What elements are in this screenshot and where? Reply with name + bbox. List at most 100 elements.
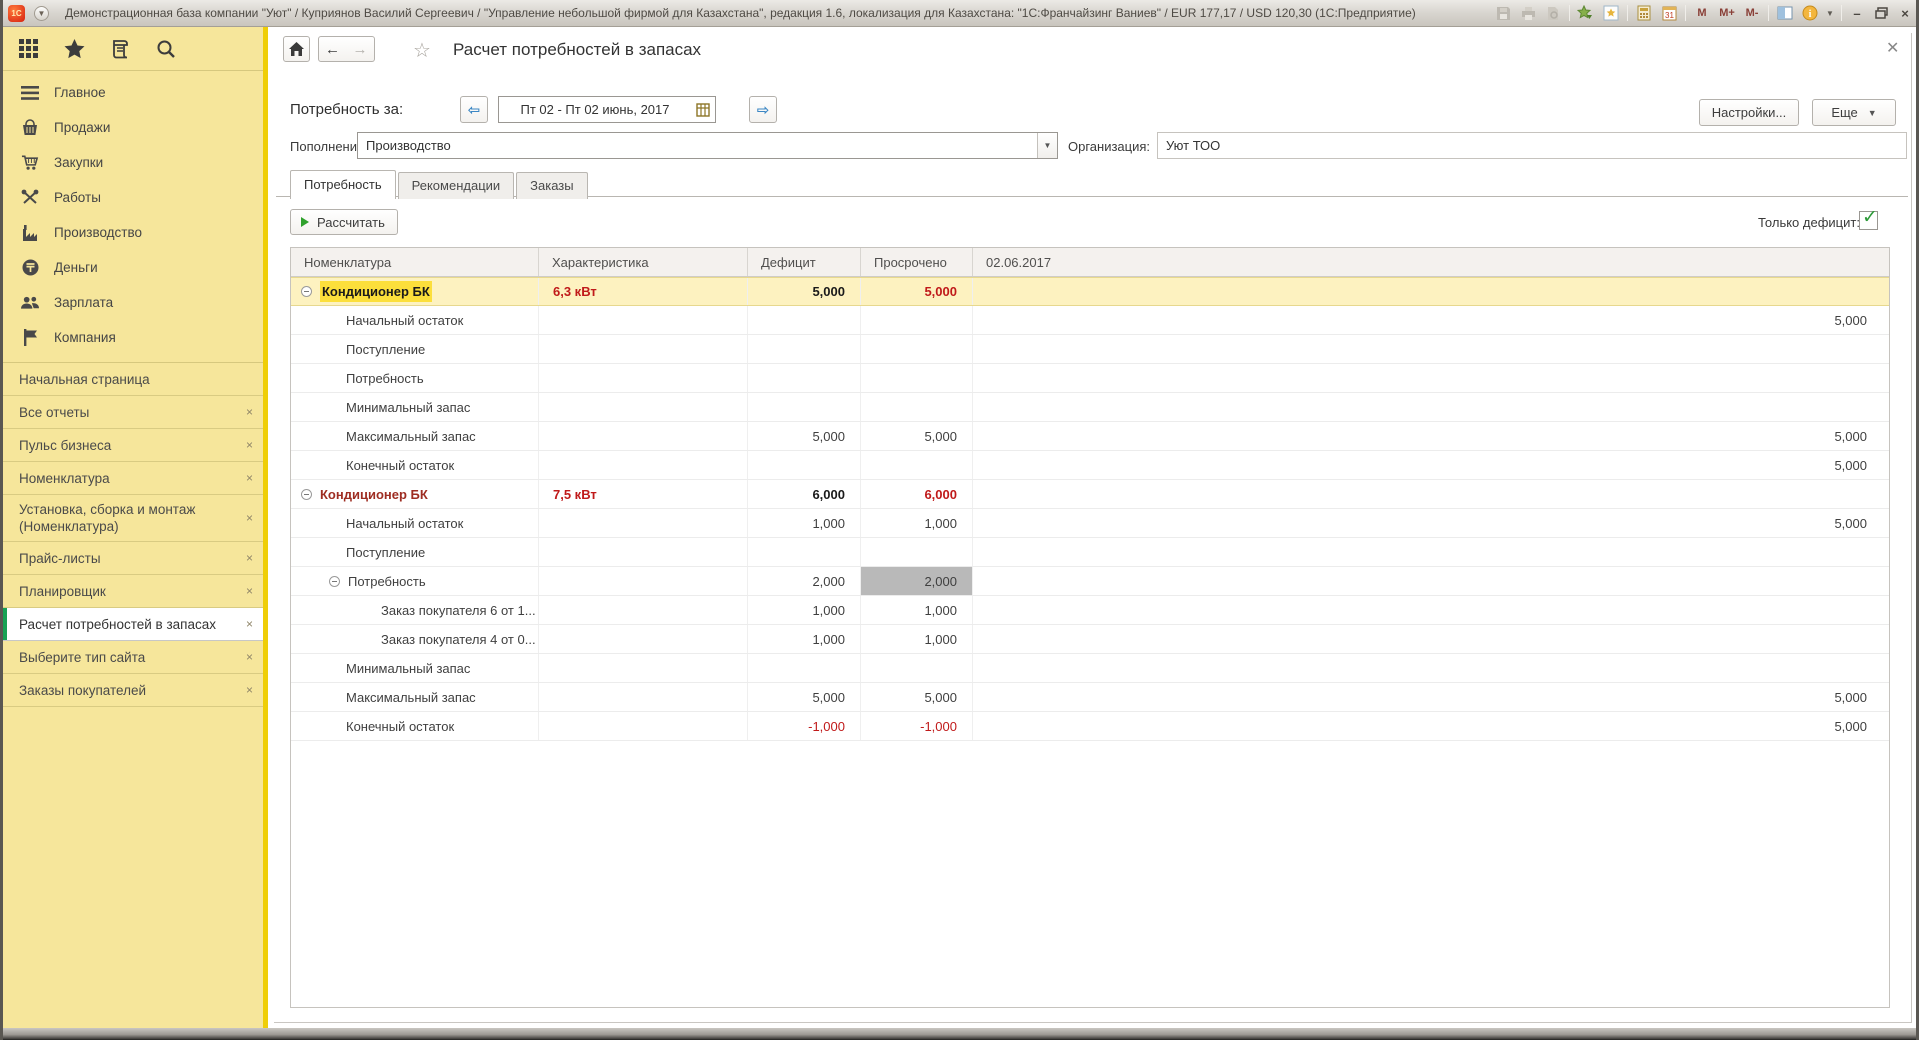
sidebar-splitter[interactable] xyxy=(263,27,268,1028)
row-deficit: 1,000 xyxy=(748,596,861,624)
sidebar-item-prodazhi[interactable]: Продажи xyxy=(3,110,263,145)
row-characteristic xyxy=(539,654,748,682)
window-tab[interactable]: Пульс бизнеса× xyxy=(3,429,263,462)
calendar-picker-icon[interactable] xyxy=(691,97,715,122)
table-row[interactable]: Минимальный запас xyxy=(291,654,1889,683)
sidebar-item-zarplata[interactable]: Зарплата xyxy=(3,285,263,320)
settings-button[interactable]: Настройки... xyxy=(1699,99,1799,126)
row-deficit: 1,000 xyxy=(748,625,861,653)
table-row[interactable]: Начальный остаток5,000 xyxy=(291,306,1889,335)
table-row[interactable]: Максимальный запас5,0005,0005,000 xyxy=(291,683,1889,712)
collapse-icon[interactable] xyxy=(301,489,312,500)
window-tab[interactable]: Номенклатура× xyxy=(3,462,263,495)
calculate-button[interactable]: Рассчитать xyxy=(290,209,398,235)
close-icon[interactable]: × xyxy=(246,552,253,564)
favorites-star-icon[interactable] xyxy=(63,38,85,60)
period-value: Пт 02 - Пт 02 июнь, 2017 xyxy=(499,102,691,117)
table-row[interactable]: Кондиционер БК6,3 кВт5,0005,000 xyxy=(291,277,1889,306)
window-tab[interactable]: Прайс-листы× xyxy=(3,542,263,575)
info-icon[interactable]: i xyxy=(1801,4,1819,22)
window-tab[interactable]: Начальная страница xyxy=(3,363,263,396)
history-icon[interactable] xyxy=(109,38,131,60)
table-row[interactable]: Конечный остаток5,000 xyxy=(291,451,1889,480)
window-tab[interactable]: Планировщик× xyxy=(3,575,263,608)
sidebar-item-zakupki[interactable]: Закупки xyxy=(3,145,263,180)
calendar-icon[interactable]: 31 xyxy=(1660,4,1678,22)
col-overdue[interactable]: Просрочено xyxy=(861,248,973,276)
table-row[interactable]: Потребность2,0002,000 xyxy=(291,567,1889,596)
row-overdue xyxy=(861,393,973,421)
previous-period-button[interactable]: ⇦ xyxy=(460,96,488,123)
table-row[interactable]: Потребность xyxy=(291,364,1889,393)
form-close-icon[interactable]: ✕ xyxy=(1886,38,1899,58)
next-period-button[interactable]: ⇨ xyxy=(749,96,777,123)
apps-grid-icon[interactable] xyxy=(17,38,39,60)
search-icon[interactable] xyxy=(155,38,177,60)
sidebar-item-glavnoe[interactable]: Главное xyxy=(3,75,263,110)
minimize-button[interactable]: – xyxy=(1849,6,1865,21)
col-characteristic[interactable]: Характеристика xyxy=(539,248,748,276)
chevron-down-icon[interactable]: ▼ xyxy=(1037,133,1057,158)
only-deficit-checkbox[interactable]: ✓ xyxy=(1859,211,1878,230)
sidebar-item-label: Производство xyxy=(54,225,142,240)
forward-button[interactable]: → xyxy=(346,36,375,62)
favorite-toggle-icon[interactable]: ☆ xyxy=(413,38,431,63)
row-deficit xyxy=(748,393,861,421)
favorites-icon[interactable] xyxy=(1602,4,1620,22)
info-dropdown-icon[interactable]: ▼ xyxy=(1826,4,1834,22)
col-nomenclature[interactable]: Номенклатура xyxy=(291,248,539,276)
close-icon[interactable]: × xyxy=(246,472,253,484)
table-row[interactable]: Начальный остаток1,0001,0005,000 xyxy=(291,509,1889,538)
window-tab[interactable]: Заказы покупателей× xyxy=(3,674,263,707)
row-name: Максимальный запас xyxy=(346,429,476,444)
window-tab[interactable]: Выберите тип сайта× xyxy=(3,641,263,674)
memory-recall-button[interactable]: M xyxy=(1693,4,1711,22)
table-row[interactable]: Поступление xyxy=(291,538,1889,567)
table-row[interactable]: Заказ покупателя 4 от 0...1,0001,000 xyxy=(291,625,1889,654)
calculator-icon[interactable] xyxy=(1635,4,1653,22)
system-menu-button[interactable]: ▼ xyxy=(34,6,49,21)
sidebar-item-raboty[interactable]: Работы xyxy=(3,180,263,215)
home-button[interactable] xyxy=(283,36,310,62)
tab-Заказы[interactable]: Заказы xyxy=(516,172,587,199)
replenishment-select[interactable]: Производство ▼ xyxy=(357,132,1058,159)
tab-Потребность[interactable]: Потребность xyxy=(290,170,396,199)
window-tab[interactable]: Установка, сборка и монтаж (Номенклатура… xyxy=(3,495,263,542)
col-date[interactable]: 02.06.2017 xyxy=(973,248,1889,276)
close-icon[interactable]: × xyxy=(246,585,253,597)
collapse-icon[interactable] xyxy=(329,576,340,587)
back-button[interactable]: ← xyxy=(318,36,347,62)
close-icon[interactable]: × xyxy=(246,512,253,524)
close-icon[interactable]: × xyxy=(246,651,253,663)
table-row[interactable]: Поступление xyxy=(291,335,1889,364)
needs-table: Номенклатура Характеристика Дефицит Прос… xyxy=(290,247,1890,1008)
close-icon[interactable]: × xyxy=(246,439,253,451)
split-window-icon[interactable] xyxy=(1776,4,1794,22)
table-row[interactable]: Минимальный запас xyxy=(291,393,1889,422)
close-icon[interactable]: × xyxy=(246,406,253,418)
sidebar-item-dengi[interactable]: Деньги xyxy=(3,250,263,285)
table-row[interactable]: Конечный остаток-1,000-1,0005,000 xyxy=(291,712,1889,741)
memory-subtract-button[interactable]: M- xyxy=(1743,4,1761,22)
organization-field[interactable]: Уют ТОО xyxy=(1157,132,1907,159)
collapse-icon[interactable] xyxy=(301,286,312,297)
window-tab[interactable]: Расчет потребностей в запасах × xyxy=(3,608,263,641)
close-icon[interactable]: × xyxy=(246,618,253,630)
close-icon[interactable]: × xyxy=(246,684,253,696)
period-field[interactable]: Пт 02 - Пт 02 июнь, 2017 xyxy=(498,96,716,123)
restore-button[interactable] xyxy=(1872,4,1890,22)
organization-label: Организация: xyxy=(1068,139,1150,154)
memory-add-button[interactable]: M+ xyxy=(1718,4,1736,22)
sidebar-item-proizvodstvo[interactable]: Производство xyxy=(3,215,263,250)
more-button[interactable]: Еще ▼ xyxy=(1812,99,1896,126)
table-row[interactable]: Максимальный запас5,0005,0005,000 xyxy=(291,422,1889,451)
window-tab-label: Расчет потребностей в запасах xyxy=(19,616,230,633)
col-deficit[interactable]: Дефицит xyxy=(748,248,861,276)
table-row[interactable]: Кондиционер БК7,5 кВт6,0006,000 xyxy=(291,480,1889,509)
window-tab[interactable]: Все отчеты× xyxy=(3,396,263,429)
favorite-add-icon[interactable] xyxy=(1577,4,1595,22)
sidebar-item-kompaniya[interactable]: Компания xyxy=(3,320,263,355)
tab-Рекомендации[interactable]: Рекомендации xyxy=(398,172,515,199)
table-row[interactable]: Заказ покупателя 6 от 1...1,0001,000 xyxy=(291,596,1889,625)
close-window-button[interactable]: × xyxy=(1897,6,1913,21)
